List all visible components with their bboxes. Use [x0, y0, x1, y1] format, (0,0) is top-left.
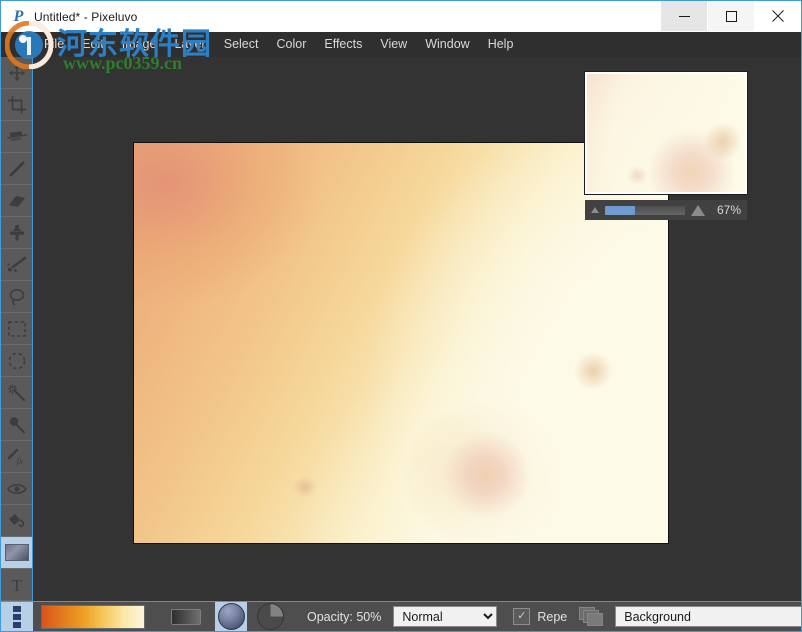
heal-tool[interactable]: [1, 249, 32, 281]
eye-icon: [6, 483, 27, 494]
navigator-artwork-blobs: [587, 74, 745, 192]
title-bar: P Untitled* - Pixeluvo: [1, 1, 801, 32]
gradient-swatch[interactable]: [41, 604, 145, 629]
menu-item-edit[interactable]: Edit: [73, 34, 113, 55]
menu-item-window[interactable]: Window: [416, 34, 478, 55]
magic-wand-icon: [7, 383, 25, 401]
conical-gradient-button[interactable]: [255, 602, 285, 631]
rect-select-icon: [7, 320, 26, 337]
svg-text:T: T: [11, 576, 22, 594]
gradient-tool[interactable]: [1, 537, 32, 569]
menu-item-select[interactable]: Select: [215, 34, 268, 55]
crop-tool[interactable]: [1, 89, 32, 121]
sphere-icon: [217, 603, 245, 630]
paint-bucket-icon: [8, 513, 24, 527]
close-button[interactable]: [755, 1, 801, 31]
magic-wand-tool[interactable]: [1, 377, 32, 409]
svg-text:fx: fx: [16, 456, 23, 466]
zoom-slider[interactable]: [605, 205, 685, 215]
pie-icon: [256, 603, 284, 630]
maximize-button[interactable]: [708, 1, 754, 31]
text-icon: T: [11, 576, 22, 594]
lasso-icon: [9, 288, 24, 305]
blend-mode-select[interactable]: Normal: [393, 606, 498, 627]
menu-item-view[interactable]: View: [371, 34, 416, 55]
menu-item-file[interactable]: File: [35, 34, 73, 55]
brush-fx-icon: fx: [7, 448, 23, 466]
pixeluvo-logo-icon: P: [13, 8, 24, 25]
title-bar-left: P Untitled* - Pixeluvo: [10, 1, 138, 32]
maximize-icon: [725, 10, 737, 22]
repeat-checkbox[interactable]: ✓: [513, 608, 531, 625]
move-tool[interactable]: [1, 57, 32, 89]
menu-item-color[interactable]: Color: [267, 34, 315, 55]
large-mountain-icon[interactable]: [691, 204, 705, 216]
smudge-tool[interactable]: [1, 121, 32, 153]
small-mountain-icon[interactable]: [591, 207, 599, 213]
eraser-icon: [8, 195, 25, 207]
linear-gradient-chip[interactable]: [171, 608, 201, 625]
menu-item-layer[interactable]: Layer: [165, 34, 214, 55]
tool-palette: fx T: [1, 57, 33, 626]
navigator-panel: 67%: [584, 71, 748, 220]
clone-stamp-tool[interactable]: [1, 217, 32, 249]
zoom-percentage-label: 67%: [716, 203, 741, 217]
layer-select[interactable]: Background: [615, 606, 801, 627]
ellipse-select-tool[interactable]: [1, 345, 32, 377]
paintbrush-icon: [9, 161, 24, 176]
stamp-icon: [9, 224, 24, 241]
color-picker-tool[interactable]: [1, 409, 32, 441]
window-title: Untitled* - Pixeluvo: [34, 9, 138, 24]
layers-icon[interactable]: [579, 606, 605, 627]
navigator-thumbnail[interactable]: [584, 71, 748, 195]
palette-dots-icon: [13, 605, 21, 628]
radial-gradient-button[interactable]: [215, 602, 247, 631]
repeat-label: Repe: [537, 609, 568, 624]
paintbrush-tool[interactable]: [1, 153, 32, 185]
menu-item-image[interactable]: Image: [113, 34, 166, 55]
menu-item-help[interactable]: Help: [479, 34, 523, 55]
navigator-zoom-bar: 67%: [585, 200, 747, 220]
zoom-slider-fill: [605, 205, 636, 215]
menu-bar: File Edit Image Layer Select Color Effec…: [1, 32, 801, 57]
repeat-option[interactable]: ✓ Repe: [513, 608, 567, 625]
opacity-label: Opacity: 50%: [307, 609, 382, 624]
active-tool-indicator[interactable]: [1, 602, 33, 631]
red-eye-tool[interactable]: [1, 473, 32, 505]
move-icon: [8, 64, 25, 81]
minimize-button[interactable]: [661, 1, 707, 31]
rectangle-select-tool[interactable]: [1, 313, 32, 345]
paint-bucket-tool[interactable]: [1, 505, 32, 537]
heal-icon: [6, 256, 26, 272]
tool-options-bar: Opacity: 50% Normal ✓ Repe Background: [1, 601, 801, 631]
eyedropper-icon: [9, 416, 25, 434]
crop-icon: [7, 95, 26, 114]
effects-brush-tool[interactable]: fx: [1, 441, 32, 473]
application-window: P Untitled* - Pixeluvo File Edit Image L…: [0, 0, 802, 632]
text-tool[interactable]: T: [1, 569, 32, 601]
minimize-icon: [678, 15, 690, 17]
eraser-tool[interactable]: [1, 185, 32, 217]
menu-item-effects[interactable]: Effects: [315, 34, 371, 55]
ellipse-select-icon: [8, 352, 25, 369]
smudge-icon: [6, 130, 27, 141]
close-icon: [772, 10, 784, 22]
lasso-tool[interactable]: [1, 281, 32, 313]
gradient-icon: [4, 544, 29, 561]
